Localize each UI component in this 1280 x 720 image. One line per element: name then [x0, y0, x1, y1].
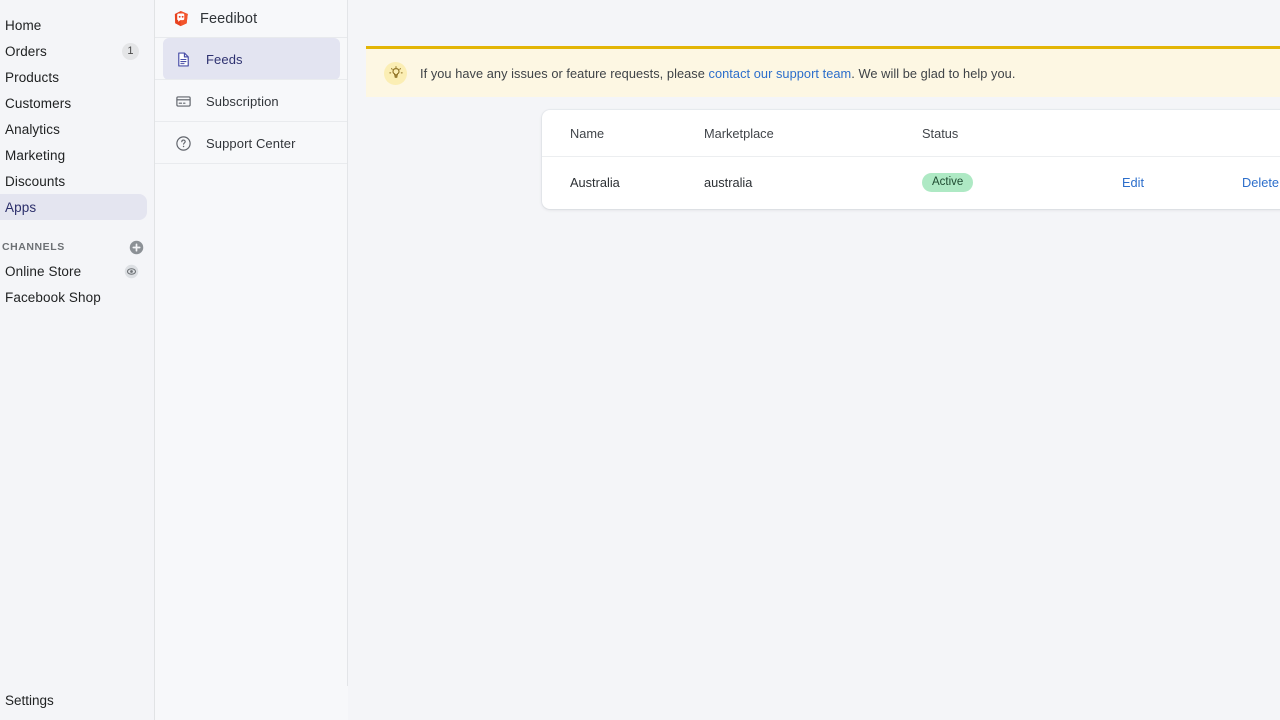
sidebar-item-products[interactable]: Products: [0, 64, 147, 90]
sidebar-item-discounts[interactable]: Discounts: [0, 168, 147, 194]
admin-shell: Home Orders 1 Products Customers Analyti…: [0, 0, 1280, 720]
app-menu-item-label: Feeds: [206, 52, 243, 67]
banner-text: If you have any issues or feature reques…: [420, 66, 1015, 81]
eye-icon[interactable]: [124, 264, 139, 279]
banner-text-before: If you have any issues or feature reques…: [420, 66, 709, 81]
feeds-table-card: Name Marketplace Status Australia austra…: [542, 110, 1280, 209]
app-menu: Feeds Subscription: [155, 38, 348, 164]
app-menu-item-subscription[interactable]: Subscription: [163, 80, 340, 122]
sidebar-item-label: Apps: [5, 200, 36, 215]
app-menu-item-label: Subscription: [206, 94, 279, 109]
feeds-table: Name Marketplace Status Australia austra…: [542, 110, 1280, 209]
app-header: Feedibot: [155, 0, 348, 38]
sidebar-item-label: Products: [5, 70, 59, 85]
plus-circle-icon[interactable]: [129, 240, 144, 255]
column-header-marketplace: Marketplace: [704, 110, 922, 157]
column-header-edit: [1122, 110, 1242, 157]
sales-channels-header: S CHANNELS: [0, 236, 154, 258]
cell-marketplace: australia: [704, 157, 922, 210]
support-banner: If you have any issues or feature reques…: [366, 46, 1280, 97]
table-row: Australia australia Active Edit Delete: [542, 157, 1280, 210]
column-header-status: Status: [922, 110, 1122, 157]
sidebar-item-label: Online Store: [5, 264, 81, 279]
feeds-table-body: Australia australia Active Edit Delete: [542, 157, 1280, 210]
sidebar-spacer: [0, 220, 154, 236]
lightbulb-icon: [384, 62, 407, 85]
admin-sidebar: Home Orders 1 Products Customers Analyti…: [0, 0, 155, 720]
sidebar-item-settings[interactable]: Settings: [0, 680, 154, 720]
main-content: If you have any issues or feature reques…: [348, 0, 1280, 720]
sidebar-item-label: Marketing: [5, 148, 65, 163]
sidebar-item-label: Customers: [5, 96, 71, 111]
question-circle-icon: [174, 134, 192, 152]
table-header-row: Name Marketplace Status: [542, 110, 1280, 157]
support-team-link[interactable]: contact our support team: [709, 66, 852, 81]
cell-delete: Delete: [1242, 157, 1280, 210]
sidebar-item-facebook-shop[interactable]: Facebook Shop: [0, 284, 147, 310]
sidebar-item-label: Home: [5, 18, 41, 33]
sidebar-item-home[interactable]: Home: [0, 12, 147, 38]
settings-label: Settings: [5, 693, 54, 708]
delete-link[interactable]: Delete: [1242, 175, 1279, 190]
banner-text-after: . We will be glad to help you.: [851, 66, 1015, 81]
cell-status: Active: [922, 157, 1122, 210]
sidebar-item-label: Orders: [5, 44, 47, 59]
column-header-name: Name: [542, 110, 704, 157]
sidebar-item-apps[interactable]: Apps: [0, 194, 147, 220]
feedibot-cube-logo-icon: [172, 9, 191, 28]
app-menu-item-support-center[interactable]: Support Center: [163, 122, 340, 164]
app-title: Feedibot: [200, 11, 257, 27]
app-menu-item-feeds[interactable]: Feeds: [163, 38, 340, 80]
sidebar-nav-list: Home Orders 1 Products Customers Analyti…: [0, 0, 154, 310]
sales-channels-title: S CHANNELS: [0, 241, 65, 253]
orders-count-badge: 1: [122, 43, 139, 60]
document-icon: [174, 50, 192, 68]
sidebar-item-online-store[interactable]: Online Store: [0, 258, 147, 284]
feeds-table-head: Name Marketplace Status: [542, 110, 1280, 157]
app-embed-panel: Feedibot Feeds: [155, 0, 348, 720]
sidebar-item-label: Facebook Shop: [5, 290, 101, 305]
sidebar-item-analytics[interactable]: Analytics: [0, 116, 147, 142]
sidebar-item-customers[interactable]: Customers: [0, 90, 147, 116]
edit-link[interactable]: Edit: [1122, 175, 1144, 190]
cell-edit: Edit: [1122, 157, 1242, 210]
sidebar-item-label: Discounts: [5, 174, 65, 189]
sidebar-item-label: Analytics: [5, 122, 60, 137]
sidebar-item-marketing[interactable]: Marketing: [0, 142, 147, 168]
sidebar-item-orders[interactable]: Orders 1: [0, 38, 147, 64]
app-menu-item-label: Support Center: [206, 136, 296, 151]
menu-divider: [155, 163, 348, 164]
cell-feed-name: Australia: [542, 157, 704, 210]
column-header-delete: [1242, 110, 1280, 157]
status-badge: Active: [922, 173, 973, 192]
credit-card-icon: [174, 92, 192, 110]
